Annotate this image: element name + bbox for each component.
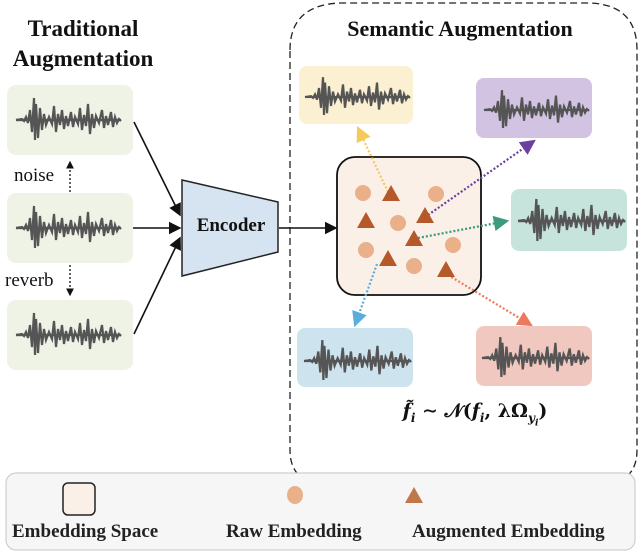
reverb-label: reverb <box>5 270 54 291</box>
legend-label-embedding-space: Embedding Space <box>12 521 159 542</box>
raw-embedding-point <box>428 186 444 202</box>
output-panel-yellow <box>299 66 413 124</box>
diagram-canvas <box>5 2 638 551</box>
arrow-top-to-encoder <box>133 121 181 217</box>
raw-embedding-point <box>355 185 371 201</box>
semantic-title: Semantic Augmentation <box>347 16 573 41</box>
raw-embedding-point <box>358 242 374 258</box>
traditional-panel-middle <box>7 193 133 263</box>
traditional-title: Traditional Augmentation <box>0 14 166 74</box>
noise-label: noise <box>14 165 55 186</box>
output-panel-red <box>476 326 592 386</box>
output-panel-teal <box>511 189 627 251</box>
augmentation-formula: f̃i ∼ 𝒩(fi, λΩyi) <box>402 400 548 429</box>
output-panel-blue <box>297 328 413 387</box>
legend-raw-embedding-icon <box>287 486 303 504</box>
legend-embedding-space-icon <box>62 482 96 516</box>
raw-embedding-point <box>406 258 422 274</box>
raw-embedding-point <box>390 215 406 231</box>
traditional-panel-top <box>7 85 133 155</box>
legend-label-raw-embedding: Raw Embedding <box>226 521 362 542</box>
encoder-label: Encoder <box>196 215 266 236</box>
arrow-bottom-to-encoder <box>133 236 181 335</box>
traditional-panel-bottom <box>7 300 133 370</box>
traditional-title-line1: Traditional <box>27 16 139 41</box>
traditional-title-line2: Augmentation <box>12 46 154 71</box>
legend-label-augmented-embedding: Augmented Embedding <box>412 521 605 542</box>
raw-embedding-point <box>445 237 461 253</box>
output-panel-purple <box>476 78 592 138</box>
